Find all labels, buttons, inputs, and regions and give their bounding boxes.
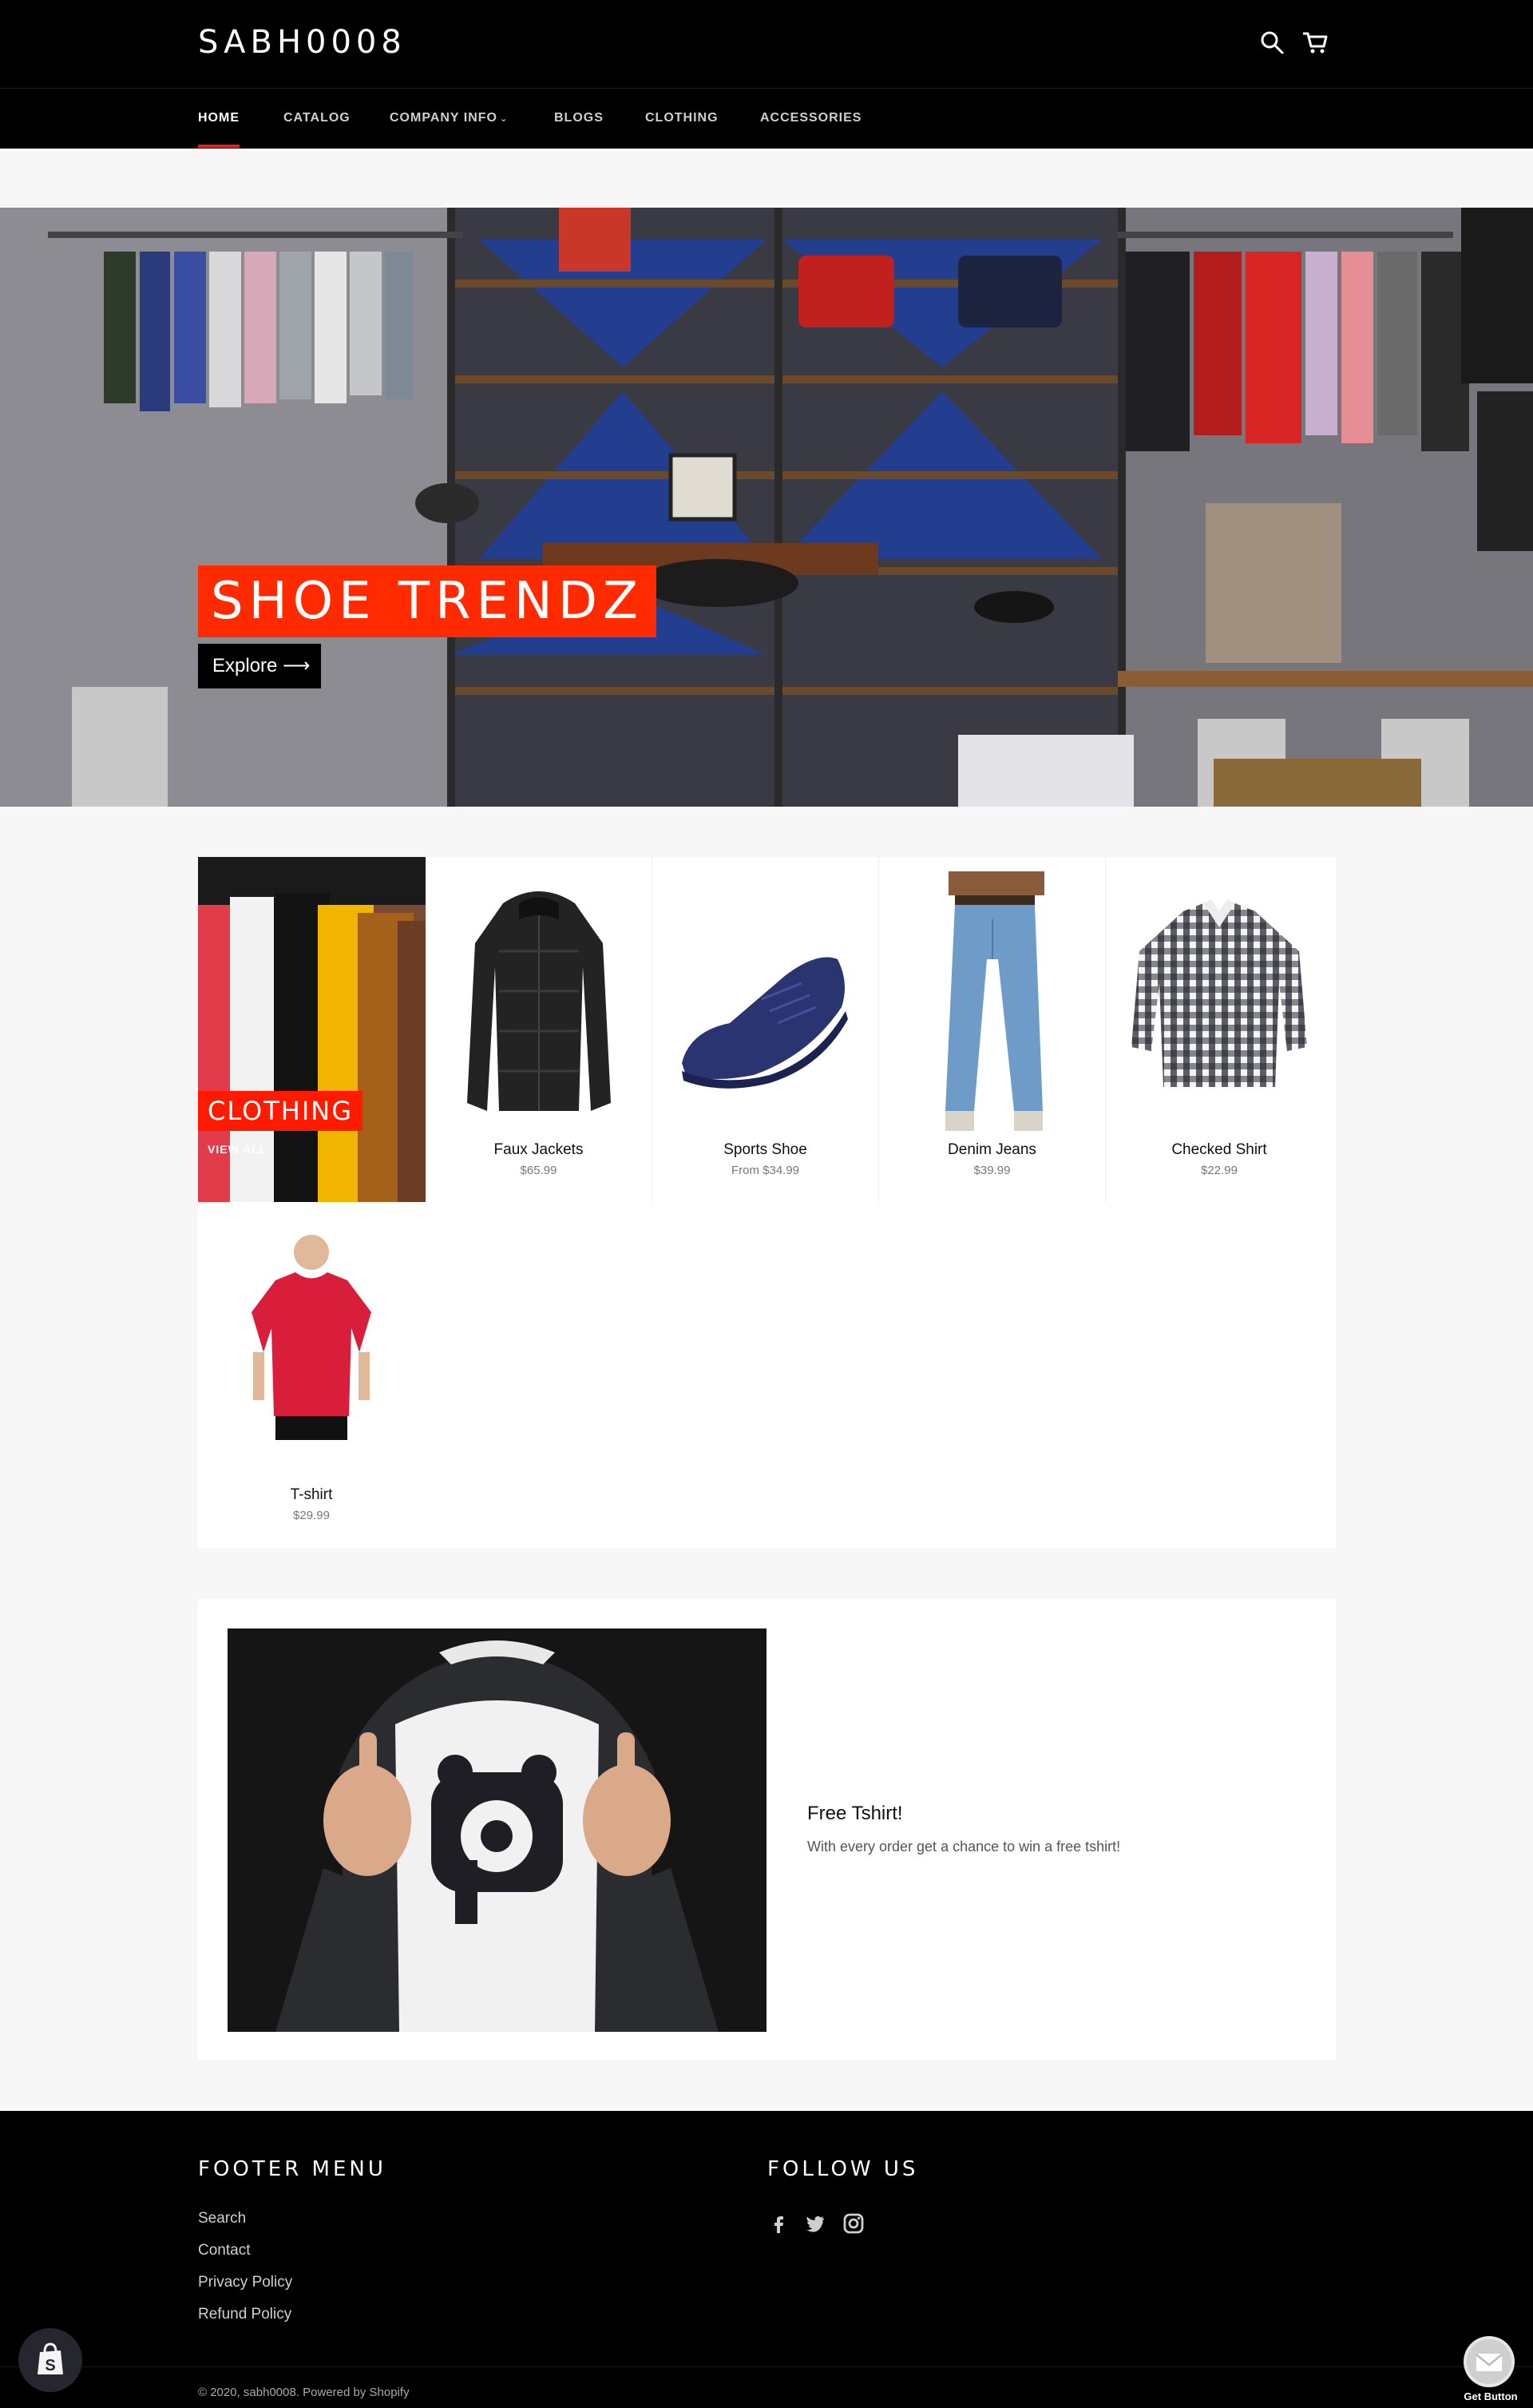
- chevron-down-icon: ⌄: [499, 114, 509, 124]
- nav-accessories[interactable]: ACCESSORIES: [760, 111, 862, 125]
- product-card[interactable]: Faux Jackets $65.99: [426, 857, 652, 1202]
- man-tshirt-image: [228, 1628, 766, 2032]
- main-nav: HOME CATALOG COMPANY INFO ⌄ BLOGS CLOTHIN…: [0, 88, 1533, 149]
- nav-blogs[interactable]: BLOGS: [554, 111, 604, 125]
- collection-card-clothing[interactable]: CLOTHING VIEW ALL: [198, 857, 426, 1202]
- footer-link-search[interactable]: Search: [198, 2210, 246, 2227]
- get-button[interactable]: [1464, 2336, 1515, 2387]
- svg-text:S: S: [45, 2357, 55, 2374]
- shopify-bag-icon[interactable]: S: [18, 2328, 82, 2392]
- nav-clothing[interactable]: CLOTHING: [645, 111, 719, 125]
- search-icon[interactable]: [1258, 29, 1285, 56]
- sneaker-image: [682, 957, 848, 1089]
- footer-menu-title: FOOTER MENU: [198, 2157, 386, 2181]
- product-name: T-shirt: [290, 1486, 333, 1503]
- store-interior-image: [0, 208, 1533, 807]
- copyright-text: © 2020, sabh0008. Powered by Shopify: [198, 2386, 410, 2399]
- twitter-icon[interactable]: [804, 2212, 826, 2235]
- product-card[interactable]: T-shirt $29.99: [198, 1202, 425, 1547]
- tshirt-image: [252, 1235, 371, 1440]
- follow-us-title: FOLLOW US: [767, 2157, 919, 2181]
- product-card[interactable]: Checked Shirt $22.99: [1106, 857, 1333, 1202]
- checked-shirt-image: [1131, 899, 1307, 1087]
- explore-button[interactable]: Explore ⟶: [198, 644, 321, 688]
- product-name: Denim Jeans: [948, 1141, 1036, 1158]
- product-price: $39.99: [973, 1164, 1011, 1177]
- image-with-text-section: Free Tshirt! With every order get a chan…: [198, 1599, 1336, 2061]
- site-logo[interactable]: SABH0008: [198, 24, 406, 61]
- product-card[interactable]: Sports Shoe From $34.99: [652, 857, 879, 1202]
- active-nav-indicator: [198, 145, 240, 148]
- hero-title: SHOE TRENDZ: [198, 565, 656, 637]
- product-price: $65.99: [520, 1164, 557, 1177]
- get-button-label: Get Button: [1464, 2390, 1518, 2402]
- jeans-image: [945, 871, 1044, 1131]
- product-price: From $34.99: [731, 1164, 800, 1177]
- footer-link-privacy[interactable]: Privacy Policy: [198, 2274, 292, 2291]
- product-price: $29.99: [293, 1509, 330, 1522]
- nav-company-info[interactable]: COMPANY INFO ⌄: [390, 111, 508, 125]
- footer-divider: [0, 2366, 1533, 2367]
- view-all-link[interactable]: VIEW ALL: [208, 1143, 267, 1156]
- feature-image: [228, 1628, 766, 2032]
- footer-link-refund[interactable]: Refund Policy: [198, 2306, 291, 2323]
- nav-company-info-label: COMPANY INFO: [390, 111, 497, 125]
- footer-link-contact[interactable]: Contact: [198, 2242, 250, 2259]
- facebook-icon[interactable]: [768, 2212, 790, 2235]
- cart-icon[interactable]: [1301, 29, 1329, 56]
- collection-title: CLOTHING: [198, 1091, 362, 1131]
- nav-catalog[interactable]: CATALOG: [283, 111, 351, 125]
- site-footer: FOOTER MENU Search Contact Privacy Polic…: [0, 2111, 1533, 2408]
- product-price: $22.99: [1201, 1164, 1238, 1177]
- product-name: Faux Jackets: [493, 1141, 584, 1158]
- product-name: Sports Shoe: [723, 1141, 807, 1158]
- feature-text: With every order get a chance to win a f…: [807, 1839, 1121, 1855]
- product-name: Checked Shirt: [1171, 1141, 1267, 1158]
- nav-home[interactable]: HOME: [198, 111, 240, 125]
- site-header: SABH0008: [0, 0, 1533, 88]
- instagram-icon[interactable]: [842, 2212, 865, 2235]
- feature-title: Free Tshirt!: [807, 1803, 903, 1824]
- jacket-image: [467, 891, 611, 1111]
- product-card[interactable]: Denim Jeans $39.99: [879, 857, 1106, 1202]
- hero-banner: SHOE TRENDZ Explore ⟶: [0, 208, 1533, 807]
